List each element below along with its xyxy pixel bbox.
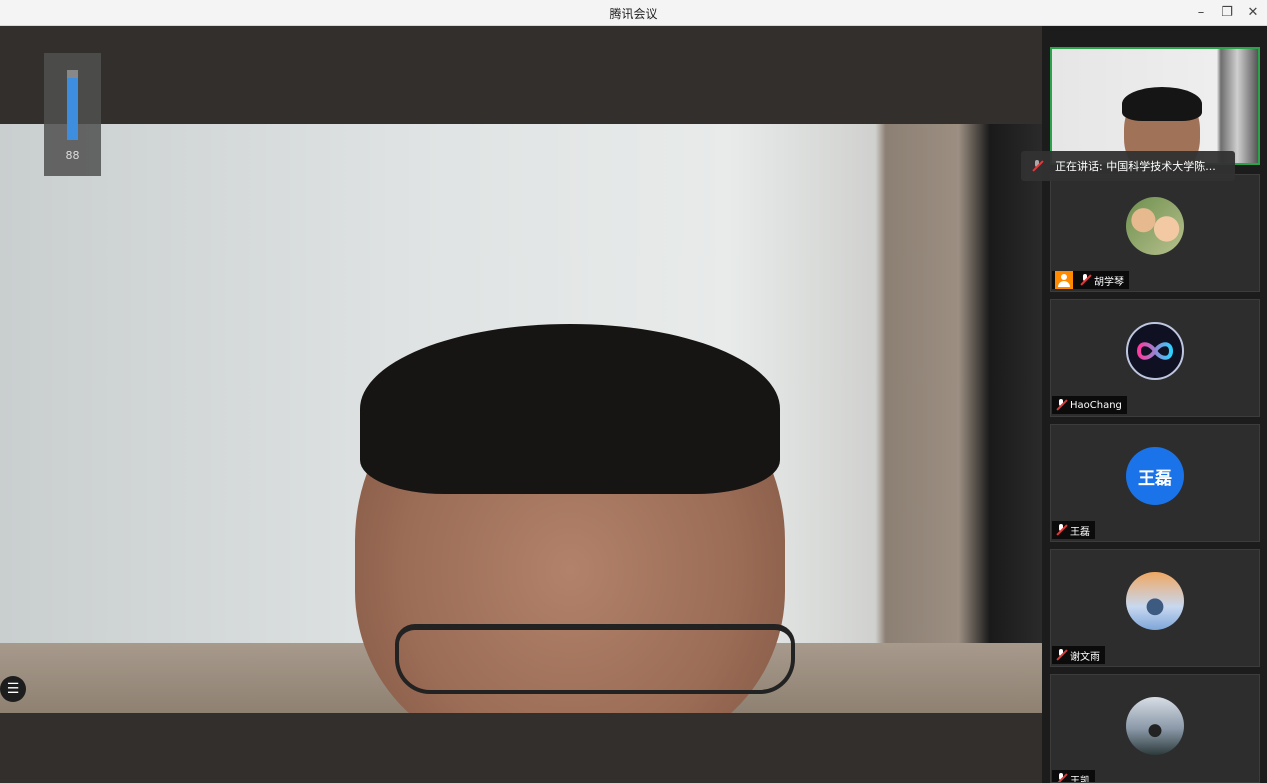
avatar [1126, 322, 1184, 380]
participant-name: HaoChang [1070, 399, 1122, 411]
window-title: 腾讯会议 [609, 7, 658, 21]
minimize-button[interactable]: – [1190, 3, 1212, 23]
participant-name: 胡学琴 [1094, 276, 1124, 288]
mic-muted-icon [1079, 274, 1091, 286]
participant-name: 王凯 [1070, 775, 1090, 783]
avatar [1126, 197, 1184, 255]
volume-indicator[interactable]: 88 [44, 53, 101, 176]
mic-muted-icon [1055, 524, 1067, 536]
participant-tile[interactable]: 胡学琴 [1050, 174, 1260, 292]
participant-sidebar: 胡学琴 HaoChang 王磊 王磊 谢文雨 王凯 [1042, 26, 1267, 783]
avatar: 王磊 [1126, 447, 1184, 505]
participant-name: 谢文雨 [1070, 651, 1100, 663]
volume-track[interactable] [67, 70, 78, 140]
self-video [1052, 49, 1258, 163]
mic-muted-icon [1055, 649, 1067, 661]
title-bar: 腾讯会议 – ❐ ✕ [0, 0, 1267, 26]
speaker-video [0, 124, 1042, 713]
list-menu-icon[interactable]: ☰ [0, 676, 26, 702]
participant-name-tag: 胡学琴 [1052, 271, 1129, 289]
participant-tile[interactable]: HaoChang [1050, 299, 1260, 417]
avatar [1126, 572, 1184, 630]
restore-button[interactable]: ❐ [1216, 3, 1238, 23]
participant-tile[interactable]: 谢文雨 [1050, 549, 1260, 667]
participant-tile[interactable]: 王凯 [1050, 674, 1260, 783]
volume-label: 88 [65, 149, 80, 162]
participant-name-tag: 王磊 [1052, 521, 1095, 539]
close-button[interactable]: ✕ [1242, 3, 1264, 23]
participant-tile[interactable]: 王磊 王磊 [1050, 424, 1260, 542]
participant-name: 王磊 [1070, 526, 1090, 538]
speaker-hair [360, 324, 780, 494]
mic-muted-icon [1055, 773, 1067, 782]
self-hair [1122, 87, 1202, 121]
main-video-stage[interactable]: 88 ☰ [0, 26, 1042, 783]
host-icon [1055, 271, 1073, 289]
participant-name-tag: 谢文雨 [1052, 646, 1105, 664]
mic-icon [1031, 160, 1043, 172]
participant-name-tag: HaoChang [1052, 396, 1127, 414]
mic-muted-icon [1055, 399, 1067, 411]
speaking-text: 正在讲话: 中国科学技术大学陈... [1055, 160, 1216, 173]
speaker-glasses [395, 624, 795, 694]
volume-fill [67, 78, 78, 140]
infinity-icon [1136, 342, 1174, 360]
participant-tile-self[interactable] [1050, 47, 1260, 165]
participant-name-tag: 王凯 [1052, 770, 1095, 783]
speaking-tooltip: 正在讲话: 中国科学技术大学陈... [1021, 151, 1235, 181]
avatar [1126, 697, 1184, 755]
